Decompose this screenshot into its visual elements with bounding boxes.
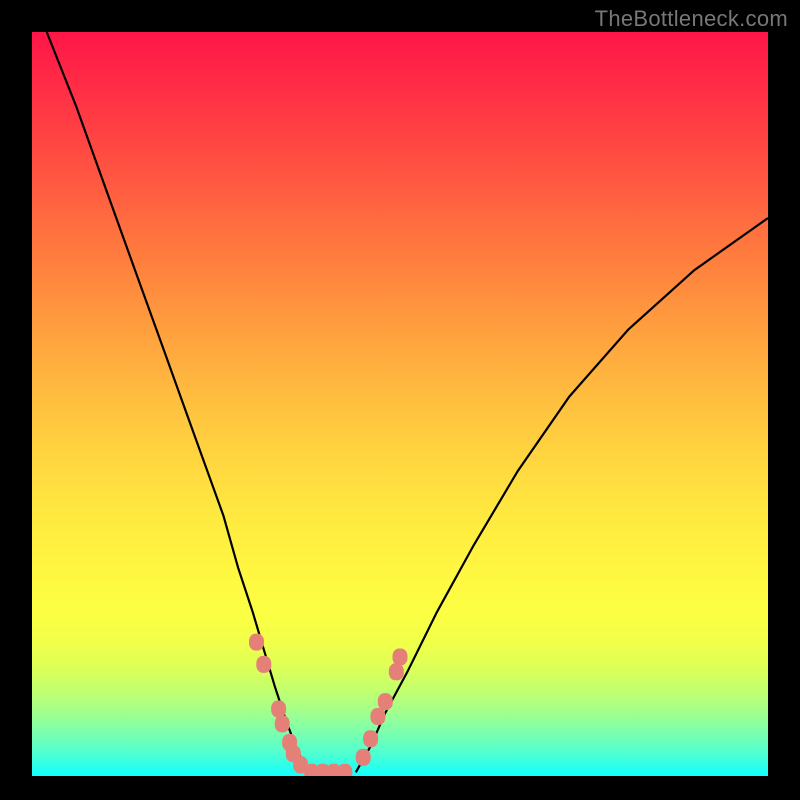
data-marker [364, 731, 378, 747]
data-marker [250, 634, 264, 650]
data-markers [250, 634, 408, 776]
chart-svg [32, 32, 768, 776]
data-marker [389, 664, 403, 680]
data-marker [275, 716, 289, 732]
right-curve-line [356, 218, 768, 772]
data-marker [371, 709, 385, 725]
data-marker [356, 749, 370, 765]
data-marker [378, 694, 392, 710]
watermark-text: TheBottleneck.com [595, 6, 788, 32]
chart-frame: TheBottleneck.com [0, 0, 800, 800]
data-marker [272, 701, 286, 717]
data-marker [257, 656, 271, 672]
data-marker [338, 764, 352, 776]
plot-area [32, 32, 768, 776]
data-marker [393, 649, 407, 665]
